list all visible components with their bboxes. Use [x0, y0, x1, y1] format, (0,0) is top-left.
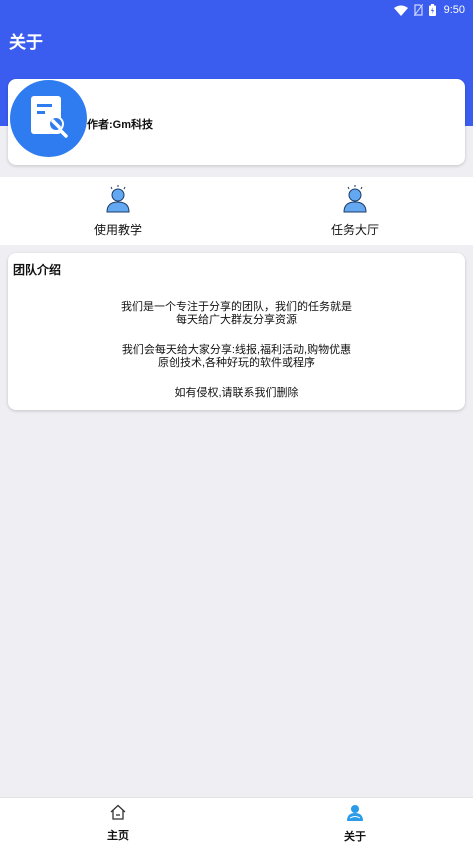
team-text-line: 我们会每天给大家分享:线报,福利活动,购物优惠	[121, 344, 352, 356]
team-text-line: 每天给广大群友分享资源	[176, 314, 297, 326]
nav-home-label: 主页	[107, 830, 129, 842]
nav-about[interactable]: 关于	[315, 804, 395, 842]
team-description: 我们是一个专注于分享的团队，我们的任务就是 每天给广大群友分享资源 我们会每天给…	[8, 301, 465, 400]
user-active-icon	[346, 804, 364, 826]
team-text-line: 如有侵权,请联系我们删除	[174, 387, 299, 399]
bottom-nav: 主页 关于	[0, 797, 473, 842]
author-name: 作者:Gm科技	[87, 119, 153, 131]
status-bar: 9:50	[0, 0, 473, 20]
quick-actions: 使用教学 任务大厅	[0, 177, 473, 245]
team-text-line: 原创技术,各种好玩的软件或程序	[157, 357, 316, 369]
battery-icon	[428, 4, 436, 16]
team-text-line: 我们是一个专注于分享的团队，我们的任务就是	[121, 301, 352, 313]
wifi-icon	[393, 5, 408, 16]
no-sim-icon	[413, 4, 423, 16]
task-hall-button[interactable]: 任务大厅	[310, 185, 400, 238]
nav-about-label: 关于	[344, 831, 366, 842]
task-hall-label: 任务大厅	[330, 223, 379, 237]
page-title: 关于	[9, 33, 43, 52]
avatar	[10, 80, 87, 157]
nav-home[interactable]: 主页	[78, 804, 158, 842]
document-wrench-icon	[29, 94, 69, 143]
home-icon	[109, 804, 127, 825]
team-title: 团队介绍	[13, 263, 62, 277]
team-card: 团队介绍 我们是一个专注于分享的团队，我们的任务就是 每天给广大群友分享资源 我…	[8, 253, 465, 410]
user-icon	[342, 185, 368, 218]
status-time: 9:50	[443, 4, 465, 16]
tutorial-button[interactable]: 使用教学	[73, 185, 163, 238]
user-icon	[105, 185, 131, 218]
tutorial-label: 使用教学	[93, 223, 142, 237]
